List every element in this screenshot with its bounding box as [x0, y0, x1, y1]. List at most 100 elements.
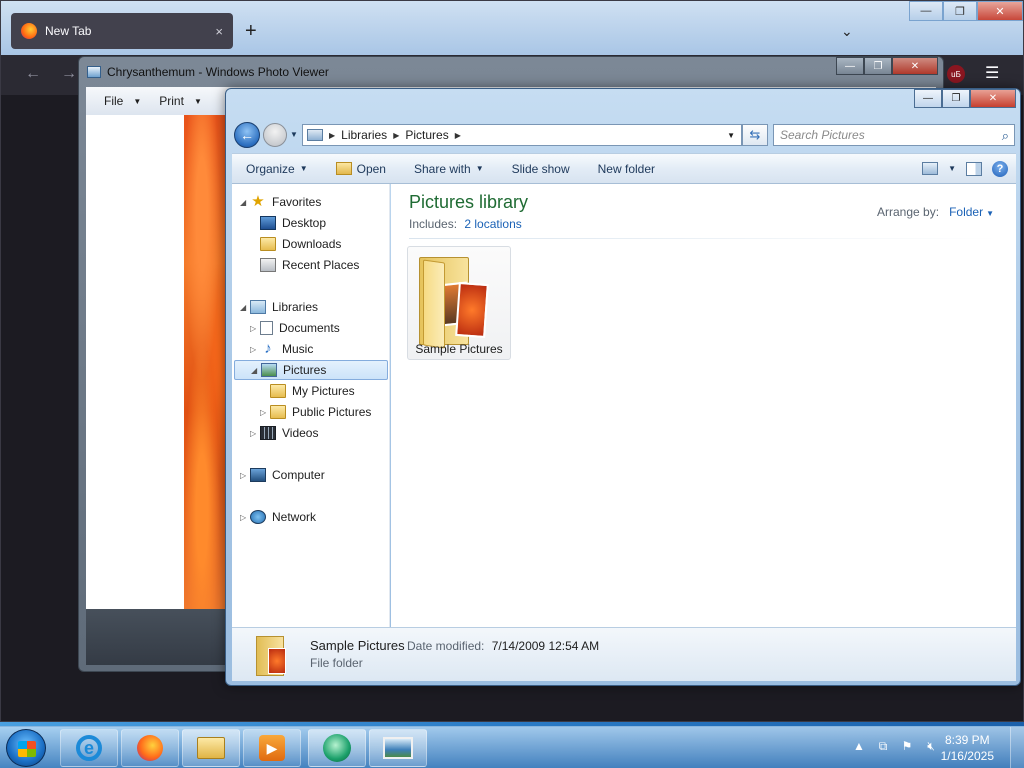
back-button[interactable]: ← [234, 122, 260, 148]
explorer-window: — ❐ ✕ ← ▼ ▶ Libraries ▶ Pictures ▶ ▼ ⇆ ⌕… [225, 88, 1021, 686]
collapsed-arrow-icon[interactable]: ▷ [260, 408, 270, 417]
taskbar-media-player[interactable]: ▶ [243, 729, 301, 767]
open-label: Open [356, 161, 386, 176]
hamburger-menu-icon[interactable]: ☰ [985, 63, 999, 83]
address-dropdown-icon[interactable]: ▼ [727, 131, 735, 140]
nav-favorites[interactable]: ◢ ★ Favorites [240, 192, 321, 212]
taskbar-photo-viewer[interactable] [369, 729, 427, 767]
explorer-close-button[interactable]: ✕ [970, 89, 1016, 108]
nav-computer[interactable]: ▷ Computer [240, 465, 325, 485]
organize-button[interactable]: Organize ▼ [232, 162, 322, 176]
nav-computer-label: Computer [272, 468, 325, 482]
breadcrumb-separator-icon[interactable]: ▶ [393, 131, 399, 140]
firefox-minimize-button[interactable]: — [909, 1, 943, 21]
nav-recent-places[interactable]: Recent Places [260, 255, 359, 275]
file-menu[interactable]: File [104, 94, 123, 108]
refresh-button[interactable]: ⇆ [742, 124, 768, 146]
taskbar-firefox[interactable] [121, 729, 179, 767]
photo-viewer-window-controls: — ❐ ✕ [836, 57, 938, 75]
green-app-icon [323, 734, 351, 762]
share-with-button[interactable]: Share with ▼ [400, 162, 498, 176]
expanded-arrow-icon[interactable]: ◢ [240, 303, 250, 312]
firefox-close-button[interactable]: ✕ [977, 1, 1023, 21]
nav-libraries-label: Libraries [272, 300, 319, 314]
collapsed-arrow-icon[interactable]: ▷ [250, 429, 260, 438]
view-options-chevron-icon[interactable]: ▼ [948, 164, 956, 173]
tab-new-tab[interactable]: New Tab × [11, 13, 233, 49]
change-view-icon[interactable] [922, 162, 939, 175]
new-tab-button[interactable]: + [245, 21, 257, 41]
forward-arrow-icon[interactable]: → [61, 65, 77, 83]
action-center-flag-icon[interactable]: ⚑ [900, 739, 914, 753]
nav-my-pictures[interactable]: My Pictures [270, 381, 355, 401]
explorer-minimize-button[interactable]: — [914, 89, 942, 108]
taskbar-green-app[interactable] [308, 729, 366, 767]
folder-tile-sample-pictures[interactable]: Sample Pictures [407, 246, 511, 360]
recent-pages-chevron-icon[interactable]: ▼ [290, 130, 298, 139]
ublock-icon[interactable]: uБ [947, 65, 965, 83]
forward-button[interactable] [263, 123, 287, 147]
network-tray-icon[interactable]: ⧉ [876, 739, 890, 753]
list-all-tabs-button[interactable]: ⌄ [841, 23, 853, 40]
open-button[interactable]: Open [322, 162, 400, 176]
expanded-arrow-icon[interactable]: ◢ [251, 366, 261, 375]
chevron-down-icon: ▼ [299, 164, 308, 173]
photo-viewer-minimize-button[interactable]: — [836, 57, 864, 75]
tab-close-icon[interactable]: × [215, 24, 223, 39]
breadcrumb-separator-icon[interactable]: ▶ [329, 131, 335, 140]
start-button[interactable] [6, 729, 46, 767]
header-divider [409, 238, 999, 239]
firefox-window-controls: — ❐ ✕ [909, 1, 1023, 21]
nav-downloads[interactable]: Downloads [260, 234, 341, 254]
photo-viewer-icon [383, 737, 413, 759]
arrange-by-dropdown[interactable]: Folder ▼ [949, 205, 994, 219]
help-icon[interactable]: ? [992, 160, 1008, 177]
explorer-maximize-button[interactable]: ❐ [942, 89, 970, 108]
nav-desktop[interactable]: Desktop [260, 213, 326, 233]
photo-viewer-maximize-button[interactable]: ❐ [864, 57, 892, 75]
photo-viewer-app-icon [87, 66, 101, 78]
collapsed-arrow-icon[interactable]: ▷ [250, 324, 260, 333]
locations-link[interactable]: 2 locations [464, 217, 521, 231]
nav-libraries[interactable]: ◢ Libraries [240, 297, 318, 317]
chevron-down-icon[interactable]: ▼ [194, 97, 202, 106]
search-icon[interactable]: ⌕ [1002, 128, 1009, 144]
nav-downloads-label: Downloads [282, 237, 342, 251]
taskbar-windows-explorer[interactable] [182, 729, 240, 767]
clock[interactable]: 8:39 PM 1/16/2025 [941, 732, 994, 764]
details-date-modified: Date modified: 7/14/2009 12:54 AM [407, 639, 599, 653]
nav-pictures[interactable]: ◢ Pictures [234, 360, 388, 380]
breadcrumb-libraries[interactable]: Libraries [341, 128, 387, 142]
expanded-arrow-icon[interactable]: ◢ [240, 198, 250, 207]
nav-public-pictures-label: Public Pictures [292, 405, 372, 419]
show-hidden-icons-arrow-icon[interactable]: ▲ [852, 739, 866, 753]
search-input[interactable] [774, 125, 984, 145]
photo-viewer-close-button[interactable]: ✕ [892, 57, 938, 75]
collapsed-arrow-icon[interactable]: ▷ [250, 345, 260, 354]
new-folder-button[interactable]: New folder [584, 162, 669, 176]
arrange-by: Arrange by: Folder ▼ [877, 205, 994, 219]
chevron-down-icon[interactable]: ▼ [133, 97, 141, 106]
collapsed-arrow-icon[interactable]: ▷ [240, 471, 250, 480]
nav-videos-label: Videos [282, 426, 319, 440]
address-bar[interactable]: ▶ Libraries ▶ Pictures ▶ ▼ [302, 124, 742, 146]
breadcrumb-pictures[interactable]: Pictures [405, 128, 448, 142]
nav-videos[interactable]: ▷ Videos [250, 423, 318, 443]
firefox-maximize-button[interactable]: ❐ [943, 1, 977, 21]
show-desktop-button[interactable] [1010, 727, 1024, 768]
nav-music[interactable]: ▷ ♪ Music [250, 339, 313, 359]
search-box[interactable]: ⌕ [773, 124, 1015, 146]
collapsed-arrow-icon[interactable]: ▷ [240, 513, 250, 522]
preview-pane-icon[interactable] [966, 161, 982, 176]
nav-network[interactable]: ▷ Network [240, 507, 316, 527]
taskbar-internet-explorer[interactable]: e [60, 729, 118, 767]
breadcrumb-separator-icon[interactable]: ▶ [455, 131, 461, 140]
print-menu[interactable]: Print [159, 94, 184, 108]
volume-muted-icon[interactable]: 🔇︎ [924, 739, 938, 753]
music-note-icon: ♪ [264, 340, 272, 357]
back-arrow-icon[interactable]: ← [25, 65, 41, 83]
nav-public-pictures[interactable]: ▷ Public Pictures [260, 402, 371, 422]
slide-show-button[interactable]: Slide show [498, 162, 584, 176]
nav-documents[interactable]: ▷ Documents [250, 318, 340, 338]
slide-show-label: Slide show [511, 161, 570, 176]
